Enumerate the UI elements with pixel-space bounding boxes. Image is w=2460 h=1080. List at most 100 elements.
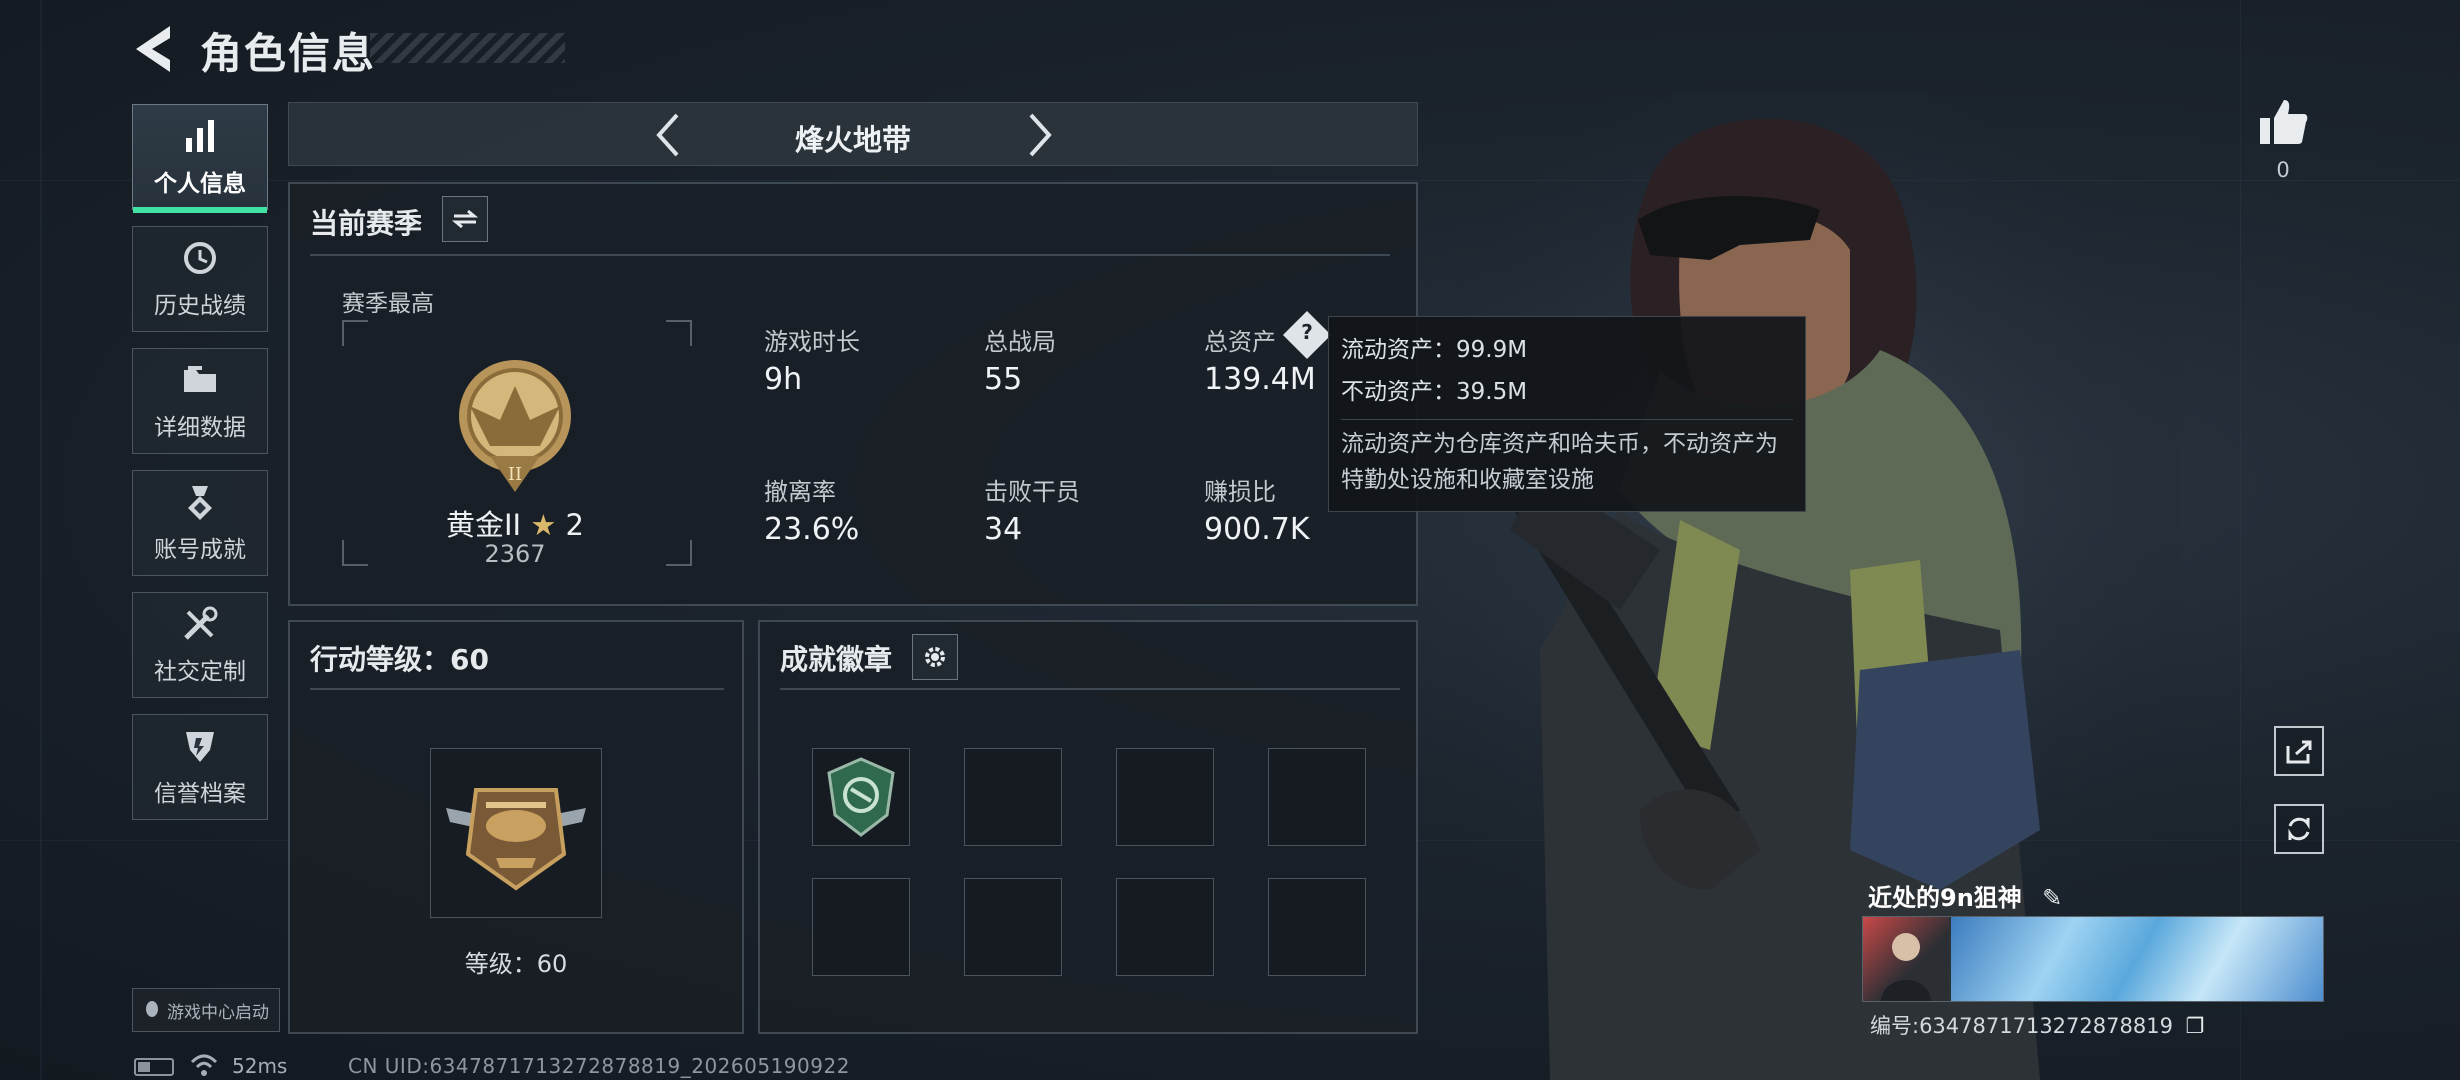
player-name-card[interactable] (1862, 916, 2324, 1002)
page-title: 角色信息 (200, 29, 377, 78)
frame-corner (666, 320, 692, 346)
level-divider (310, 688, 724, 690)
rank-name: 黄金II (446, 508, 522, 542)
player-name-text: 近处的9n狙神 (1868, 884, 2022, 912)
sidebar-item-credit[interactable]: 信誉档案 (132, 714, 268, 820)
mode-selector: 烽火地带 (288, 102, 1418, 166)
badge-settings-button[interactable] (912, 634, 958, 680)
stat-label-assets: 总资产 (1204, 328, 1276, 356)
stat-value-matches: 55 (984, 362, 1023, 397)
achievement-badges-panel: 成就徽章 (758, 620, 1418, 1034)
switch-season-button[interactable] (442, 196, 488, 242)
sidebar-item-social[interactable]: 社交定制 (132, 592, 268, 698)
like-count: 0 (2276, 158, 2290, 182)
folder-icon (184, 366, 216, 392)
sidebar-item-personal-info[interactable]: 个人信息 (132, 104, 268, 213)
help-icon-glyph: ? (1301, 320, 1313, 344)
stat-value-profit-ratio: 900.7K (1204, 512, 1310, 547)
action-level-title: 行动等级：60 (310, 643, 489, 676)
achievements-title: 成就徽章 (780, 643, 893, 676)
mode-name: 烽火地带 (794, 123, 911, 157)
season-best-label: 赛季最高 (342, 291, 434, 317)
action-level-panel: 行动等级：60 等级：60 (288, 620, 744, 1034)
refresh-button[interactable] (2274, 804, 2324, 854)
stat-label-matches: 总战局 (984, 328, 1056, 356)
sidebar-item-label: 账号成就 (154, 537, 246, 563)
thumbs-up-icon[interactable] (2256, 96, 2310, 148)
sidebar-item-achievements[interactable]: 账号成就 (132, 470, 268, 576)
badge-slot[interactable] (964, 878, 1062, 976)
sidebar-item-label: 社交定制 (154, 659, 246, 685)
frame-corner (342, 320, 368, 346)
medal-icon (188, 486, 212, 520)
refresh-icon (2288, 817, 2310, 841)
stat-value-kills: 34 (984, 512, 1023, 547)
badge-slot[interactable] (1116, 878, 1214, 976)
gold-rank-emblem: II (459, 360, 571, 492)
game-center-launch-badge: 游戏中心启动 (132, 988, 280, 1032)
badge-slot[interactable] (964, 748, 1062, 846)
helicopter-level-emblem (446, 788, 586, 891)
sidebar-item-history[interactable]: 历史战绩 (132, 226, 268, 332)
stat-value-playtime: 9h (764, 362, 803, 397)
frame-corner (342, 540, 368, 566)
badge-slot[interactable] (1116, 748, 1214, 846)
season-divider (310, 254, 1390, 256)
qq-penguin-icon (146, 1001, 158, 1017)
copy-icon[interactable]: ❐ (2186, 1014, 2205, 1038)
stat-value-assets: 139.4M (1204, 362, 1316, 397)
stat-value-extract-rate: 23.6% (764, 512, 860, 547)
shield-icon (186, 732, 214, 762)
rank-line: 黄金II ★ 2 (380, 502, 650, 544)
chevron-right-icon[interactable] (1015, 111, 1061, 159)
footer-uid: CN UID:6347871713272878819_202605190922 (348, 1054, 850, 1078)
avatar (1863, 917, 1949, 1001)
tooltip-fixed-assets: 不动资产：39.5M (1341, 379, 1528, 405)
sidebar-item-label: 详细数据 (154, 415, 246, 441)
sidebar-item-label: 信誉档案 (154, 781, 246, 807)
sidebar-item-label: 个人信息 (154, 171, 246, 197)
bar-chart-icon (186, 120, 214, 152)
swap-icon (452, 209, 478, 229)
season-panel: 当前赛季 赛季最高 II 黄金II ★ 2 2367 游戏时长 9h 总战局 5… (288, 182, 1418, 606)
stat-label-profit-ratio: 赚损比 (1204, 478, 1276, 506)
badge-slot[interactable] (1268, 878, 1366, 976)
badge-divider (780, 688, 1400, 690)
badge-slot[interactable] (812, 878, 910, 976)
stat-label-extract-rate: 撤离率 (764, 478, 836, 506)
battery-icon (134, 1058, 174, 1076)
tooltip-note: 流动资产为仓库资产和哈夫币，不动资产为特勤处设施和收藏室设施 (1341, 419, 1793, 498)
player-id: 编号:6347871713272878819 ❐ (1870, 1010, 2204, 1040)
launch-label: 游戏中心启动 (167, 1002, 269, 1023)
tooltip-liquid-assets: 流动资产：99.9M (1341, 337, 1528, 363)
star-icon: ★ (530, 508, 557, 542)
stat-label-kills: 击败干员 (984, 478, 1080, 506)
gear-icon (925, 647, 945, 667)
ping-readout: 52ms (232, 1054, 288, 1078)
rank-score: 2367 (484, 540, 546, 568)
stat-label-playtime: 游戏时长 (764, 328, 860, 356)
season-title: 当前赛季 (310, 207, 423, 240)
wifi-icon (190, 1054, 218, 1076)
svg-text:II: II (508, 464, 522, 485)
edit-pencil-icon[interactable]: ✎ (2042, 884, 2062, 912)
sidebar-item-details[interactable]: 详细数据 (132, 348, 268, 454)
sidebar-item-label: 历史战绩 (154, 293, 246, 319)
share-icon (2286, 740, 2312, 764)
player-id-text: 编号:6347871713272878819 (1870, 1014, 2173, 1038)
rank-stars: 2 (565, 508, 584, 542)
badge-slot[interactable] (1268, 748, 1366, 846)
share-button[interactable] (2274, 726, 2324, 776)
level-text: 等级：60 (464, 950, 568, 978)
badge-slot[interactable] (812, 748, 910, 846)
name-card-banner (1951, 917, 2323, 1001)
history-icon (184, 242, 216, 274)
tools-icon (184, 606, 218, 640)
player-name: 近处的9n狙神 ✎ (1868, 878, 2062, 913)
back-arrow-icon[interactable] (130, 22, 178, 76)
title-decoration (370, 33, 565, 63)
frame-corner (666, 540, 692, 566)
avatar-figure-icon (1881, 933, 1931, 1001)
green-shield-badge-icon (827, 757, 895, 837)
asset-tooltip: 流动资产：99.9M 不动资产：39.5M 流动资产为仓库资产和哈夫币，不动资产… (1328, 316, 1806, 512)
